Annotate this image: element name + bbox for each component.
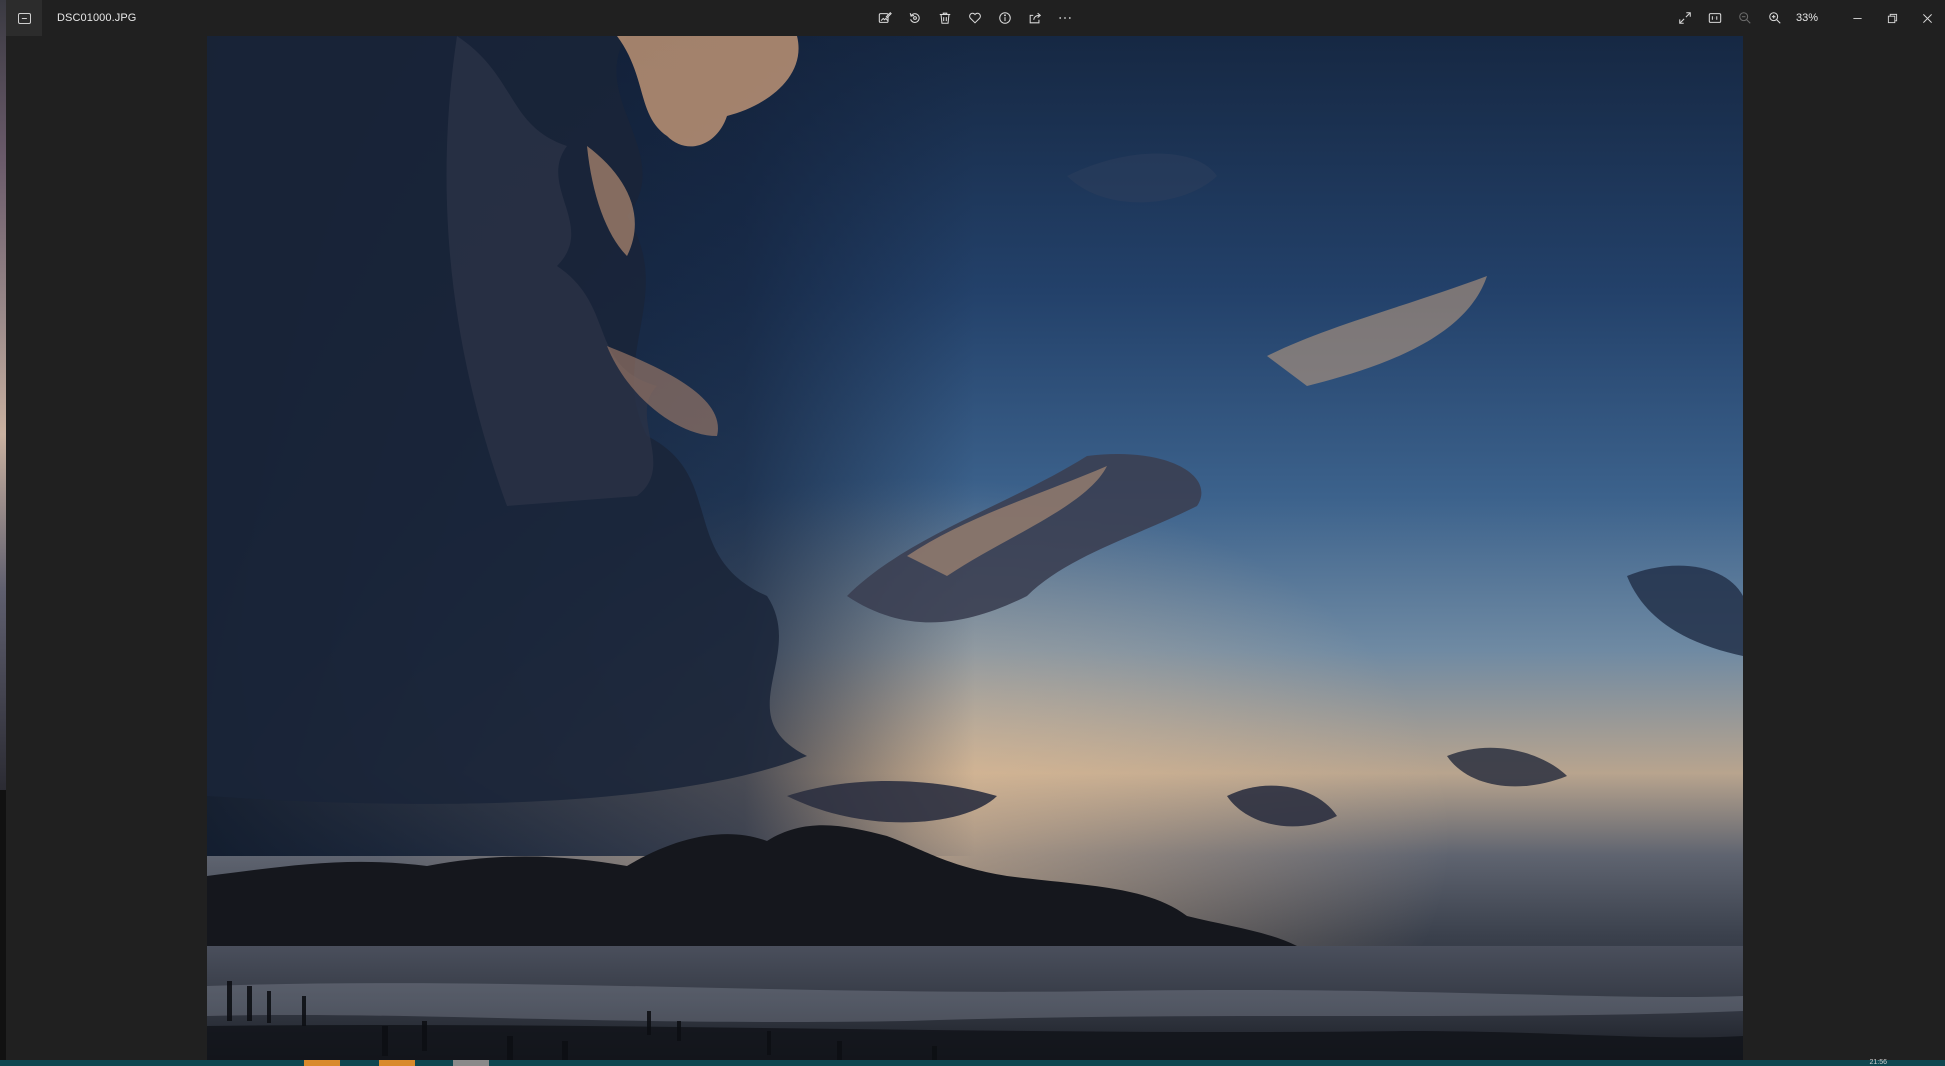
actual-size-icon bbox=[1708, 13, 1722, 23]
zoom-in-button[interactable] bbox=[1760, 3, 1790, 33]
minimize-button[interactable] bbox=[1840, 0, 1875, 36]
expand-icon bbox=[1679, 12, 1691, 24]
rotate-button[interactable] bbox=[900, 3, 930, 33]
edit-image-icon bbox=[878, 12, 892, 23]
file-name-label: DSC01000.JPG bbox=[57, 12, 137, 24]
actual-size-button[interactable] bbox=[1700, 3, 1730, 33]
zoom-out-button[interactable] bbox=[1730, 3, 1760, 33]
image-toolbar bbox=[870, 0, 1080, 36]
displayed-photo[interactable] bbox=[207, 36, 1743, 1060]
app-icon-button[interactable] bbox=[6, 0, 42, 36]
zoom-level-label[interactable]: 33% bbox=[1796, 12, 1818, 24]
zoom-controls: 33% bbox=[1670, 3, 1830, 33]
trash-icon bbox=[939, 12, 951, 24]
photos-app-window: DSC01000.JPG 33% 21:56 bbox=[0, 0, 1945, 1066]
background-window-strip-dark bbox=[0, 790, 6, 1066]
close-icon bbox=[1923, 13, 1932, 23]
see-more-button[interactable] bbox=[1050, 3, 1080, 33]
more-icon bbox=[1059, 17, 1071, 19]
background-window-strip bbox=[0, 0, 6, 790]
file-info-button[interactable] bbox=[990, 3, 1020, 33]
filmstrip-thumbnail-3[interactable] bbox=[453, 1060, 489, 1066]
taskbar-clock: 21:56 bbox=[1869, 1059, 1887, 1066]
edit-image-button[interactable] bbox=[870, 3, 900, 33]
delete-button[interactable] bbox=[930, 3, 960, 33]
filmstrip-thumbnail-2[interactable] bbox=[379, 1060, 415, 1066]
close-button[interactable] bbox=[1910, 0, 1945, 36]
full-screen-button[interactable] bbox=[1670, 3, 1700, 33]
info-icon bbox=[999, 12, 1011, 24]
favorite-button[interactable] bbox=[960, 3, 990, 33]
restore-icon bbox=[1887, 13, 1898, 23]
zoom-out-icon bbox=[1739, 12, 1751, 24]
photos-app-icon bbox=[17, 12, 31, 24]
share-button[interactable] bbox=[1020, 3, 1050, 33]
right-controls: 33% bbox=[1670, 0, 1945, 36]
filmstrip-thumbnail-1[interactable] bbox=[304, 1060, 340, 1066]
zoom-in-icon bbox=[1769, 12, 1781, 24]
share-icon bbox=[1029, 12, 1042, 24]
sunset-beach-photo bbox=[207, 36, 1743, 1060]
filmstrip-bar bbox=[0, 1060, 1945, 1066]
restore-button[interactable] bbox=[1875, 0, 1910, 36]
heart-icon bbox=[969, 12, 981, 24]
minimize-icon bbox=[1853, 17, 1862, 19]
rotate-icon bbox=[909, 13, 920, 23]
